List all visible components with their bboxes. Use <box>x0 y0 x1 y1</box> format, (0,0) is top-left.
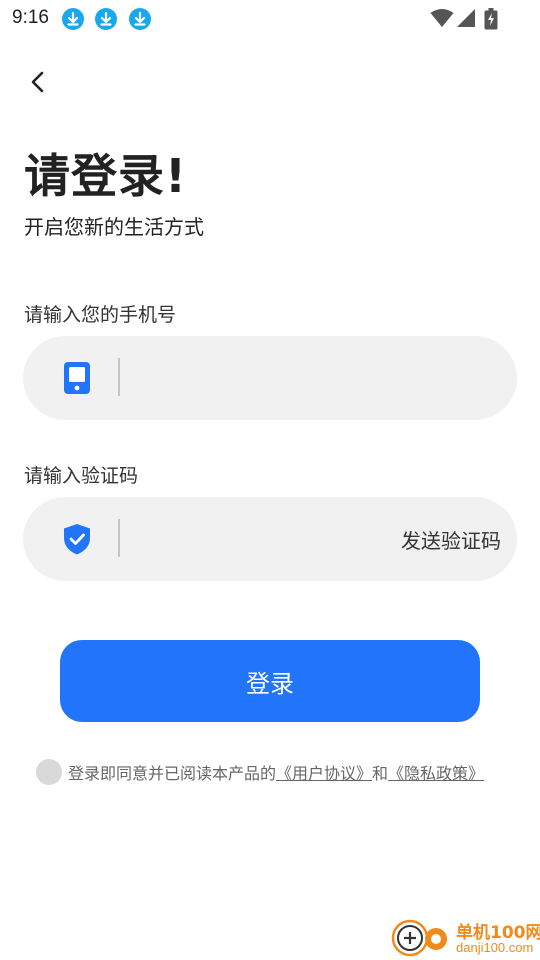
page-title: 请登录! <box>24 149 187 203</box>
phone-field-label: 请输入您的手机号 <box>24 304 177 326</box>
privacy-policy-link[interactable]: 《隐私政策》 <box>388 760 484 784</box>
watermark: 单机100网 danji100.com <box>390 916 540 960</box>
download-icon <box>95 8 117 30</box>
phone-input[interactable] <box>133 356 503 400</box>
watermark-logo-icon <box>391 919 447 957</box>
send-code-button[interactable]: 发送验证码 <box>401 525 501 554</box>
phone-icon <box>64 362 90 394</box>
back-button[interactable] <box>24 66 54 98</box>
login-button[interactable]: 登录 <box>60 640 480 722</box>
code-input-container: 发送验证码 <box>23 497 517 581</box>
input-divider <box>118 358 120 396</box>
agreement-text: 登录即同意并已阅读本产品的 <box>68 764 277 783</box>
phone-input-container <box>23 336 517 420</box>
page-subtitle: 开启您新的生活方式 <box>24 215 204 239</box>
signal-icon <box>456 8 476 32</box>
code-field-label: 请输入验证码 <box>24 465 139 487</box>
chevron-left-icon <box>31 71 44 93</box>
agreement-conjunction: 和 <box>372 764 389 783</box>
watermark-domain: danji100.com <box>456 940 534 955</box>
verification-code-input[interactable] <box>133 517 383 561</box>
input-divider <box>118 519 120 557</box>
agreement-row: 登录即同意并已阅读本产品的 《用户协议》 和 《隐私政策》 <box>36 758 484 786</box>
status-bar: 9:16 <box>0 0 540 38</box>
user-agreement-link[interactable]: 《用户协议》 <box>276 760 372 784</box>
wifi-icon <box>430 8 454 32</box>
status-time: 9:16 <box>12 7 49 28</box>
agreement-checkbox[interactable] <box>36 759 62 785</box>
download-icon <box>129 8 151 30</box>
battery-charging-icon <box>484 8 498 34</box>
shield-check-icon <box>64 524 90 555</box>
download-icon <box>62 8 84 30</box>
